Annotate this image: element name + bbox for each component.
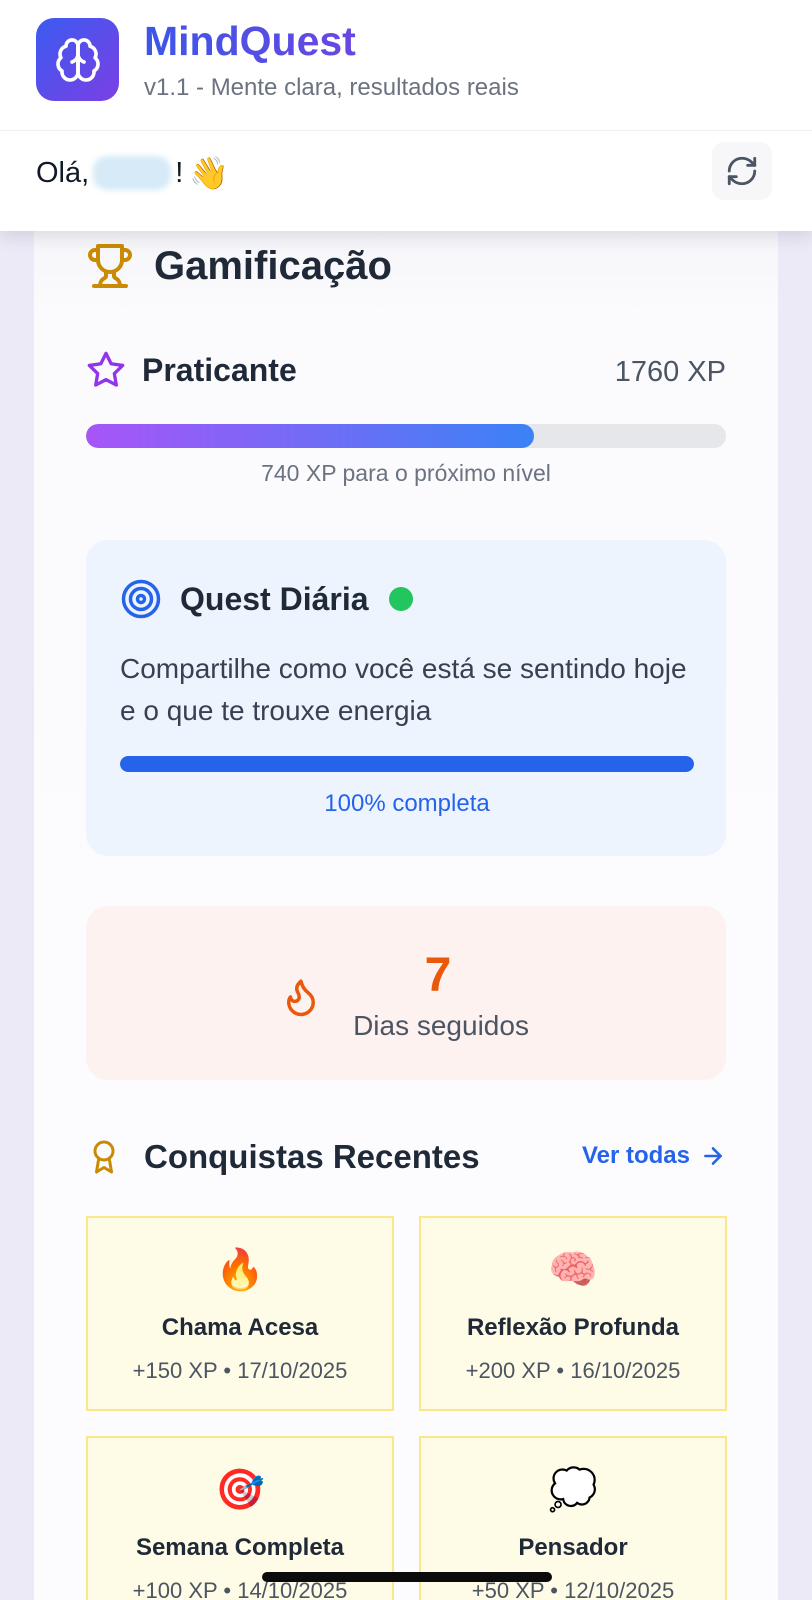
achievements-header: Conquistas Recentes Ver todas: [86, 1136, 726, 1180]
quest-progress-bar: [120, 756, 694, 772]
achievement-emoji: 🎯: [215, 1468, 265, 1512]
streak-label: Dias seguidos: [353, 1010, 529, 1041]
target-icon: [121, 579, 161, 619]
star-icon: [87, 351, 125, 387]
level-row: Praticante 1760 XP: [86, 350, 726, 398]
trophy-icon: [88, 244, 132, 288]
achievement-emoji: 🧠: [548, 1248, 598, 1292]
quest-title: Quest Diária: [180, 580, 369, 617]
achievement-name: Reflexão Profunda: [466, 1314, 680, 1341]
level-name: Praticante: [142, 351, 297, 388]
view-all-link[interactable]: Ver todas: [582, 1142, 726, 1170]
achievement-name: Semana Completa: [135, 1534, 345, 1561]
home-indicator: [262, 1572, 552, 1582]
greeting-text: Olá,: [36, 156, 90, 189]
achievement-name: Pensador: [518, 1534, 628, 1561]
achievement-emoji: 🔥: [215, 1248, 265, 1292]
app-title: MindQuest: [144, 18, 356, 64]
quest-status-dot: [388, 587, 413, 611]
header-divider: [0, 130, 812, 131]
refresh-button[interactable]: [712, 142, 772, 200]
quest-header: Quest Diária: [120, 578, 413, 620]
app-header: MindQuest v1.1 - Mente clara, resultados…: [0, 0, 812, 231]
xp-progress-bar: [86, 424, 726, 448]
greeting: Olá, ! 👋: [36, 154, 229, 192]
quest-description: Compartilhe como você está se sentindo h…: [120, 653, 687, 726]
achievement-meta: +200 XP • 16/10/2025: [465, 1358, 681, 1383]
streak-count: 7: [424, 949, 452, 1002]
app-logo: [36, 18, 119, 101]
refresh-icon: [727, 156, 757, 186]
quest-progress-fill: [120, 756, 694, 772]
arrow-right-icon: [704, 1147, 722, 1165]
greeting-end: !: [175, 156, 184, 189]
quest-progress-label: 100% completa: [324, 790, 490, 817]
achievement-name: Chama Acesa: [161, 1314, 319, 1341]
ribbon-icon: [93, 1140, 115, 1174]
daily-quest-card[interactable]: Quest Diária Compartilhe como você está …: [86, 540, 726, 856]
achievements-title: Conquistas Recentes: [144, 1138, 480, 1175]
flame-icon: [287, 979, 315, 1017]
xp-progress-fill: [86, 424, 534, 448]
achievement-emoji: 💭: [548, 1468, 598, 1512]
blurred-user-name: [93, 156, 172, 190]
view-all-label: Ver todas: [581, 1142, 690, 1169]
achievement-meta: +150 XP • 17/10/2025: [132, 1358, 348, 1383]
brain-icon: [55, 37, 100, 82]
xp-next-level: 740 XP para o próximo nível: [261, 460, 551, 486]
wave-emoji: 👋: [189, 155, 230, 191]
xp-total: 1760 XP: [614, 356, 726, 388]
achievements-title-row: Conquistas Recentes: [86, 1136, 480, 1178]
gamification-title: Gamificação: [154, 243, 392, 288]
streak-card: 7 Dias seguidos: [86, 906, 726, 1080]
achievement-card[interactable]: 🔥 Chama Acesa +150 XP • 17/10/2025: [86, 1216, 394, 1411]
level-label: Praticante: [86, 350, 297, 390]
achievement-card[interactable]: 🧠 Reflexão Profunda +200 XP • 16/10/2025: [419, 1216, 727, 1411]
app-subtitle: v1.1 - Mente clara, resultados reais: [144, 74, 519, 101]
gamification-header: Gamificação: [86, 242, 392, 290]
